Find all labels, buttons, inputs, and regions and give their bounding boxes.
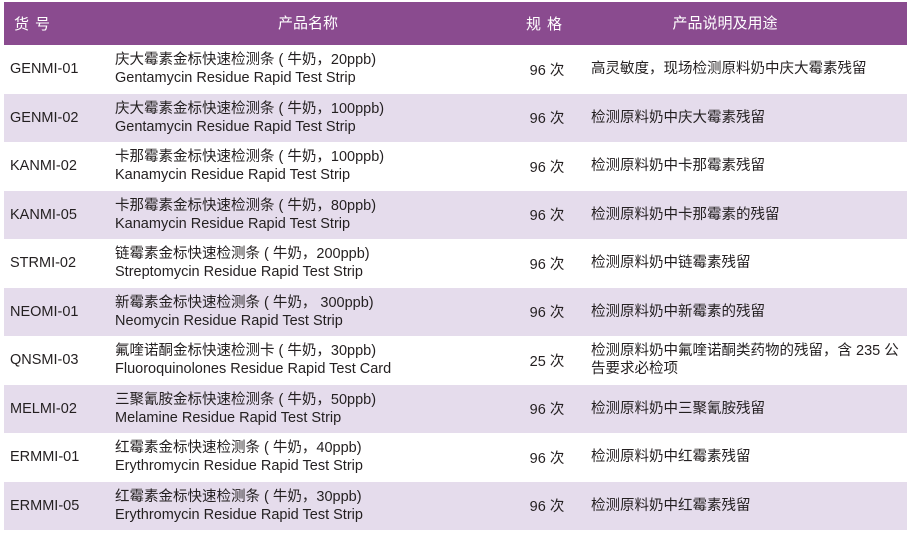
product-code: ERMMI-01 [10, 449, 80, 466]
product-code: MELMI-02 [10, 400, 77, 417]
product-desc: 检测原料奶中庆大霉素残留 [591, 109, 765, 126]
product-spec: 96 次 [529, 256, 565, 273]
product-name: 庆大霉素金标快速检测条 ( 牛奶，20ppb) Gentamycin Residu… [109, 51, 507, 87]
table-row: NEOMI-01 新霉素金标快速检测条 ( 牛奶， 300ppb) Neomycin… [4, 287, 907, 336]
product-name-cn: 新霉素金标快速检测条 ( 牛奶， 300ppb) [115, 294, 374, 311]
product-name-en: Kanamycin Residue Rapid Test Strip [115, 215, 351, 232]
product-name-cn: 卡那霉素金标快速检测条 ( 牛奶，100ppb) [115, 149, 385, 166]
product-name: 卡那霉素金标快速检测条 ( 牛奶，100ppb) Kanamycin Residu… [109, 148, 507, 184]
product-name: 三聚氰胺金标快速检测条 ( 牛奶，50ppb) Melamine Residue … [109, 391, 507, 427]
product-code: GENMI-01 [10, 61, 79, 78]
product-name-en: Melamine Residue Rapid Test Strip [115, 409, 342, 426]
table-row: STRMI-02 链霉素金标快速检测条 ( 牛奶，200ppb) Streptomy… [4, 239, 907, 288]
table-body: GENMI-01 庆大霉素金标快速检测条 ( 牛奶，20ppb) Gentamyci… [4, 45, 907, 530]
product-code: ERMMI-05 [10, 497, 80, 514]
table-row: QNSMI-03 氟喹诺酮金标快速检测卡 ( 牛奶，30ppb) Fluoroqui… [4, 336, 907, 385]
table-row: ERMMI-01 红霉素金标快速检测条 ( 牛奶，40ppb) Erythromyc… [4, 433, 907, 482]
header-name: 产品名称 [277, 14, 338, 32]
product-code: KANMI-05 [10, 206, 77, 223]
product-table: 货号 产品名称 规格 产品说明及用途 GENMI-01 庆大霉素金标快速检测条 (… [4, 2, 907, 530]
product-name-cn: 卡那霉素金标快速检测条 ( 牛奶，80ppb) [115, 197, 377, 214]
product-code: NEOMI-01 [10, 303, 79, 320]
product-name: 链霉素金标快速检测条 ( 牛奶，200ppb) Streptomycin Resi… [109, 245, 507, 281]
table-row: GENMI-01 庆大霉素金标快速检测条 ( 牛奶，20ppb) Gentamyci… [4, 45, 907, 94]
product-name-cn: 庆大霉素金标快速检测条 ( 牛奶，100ppb) [115, 100, 385, 117]
product-name-en: Streptomycin Residue Rapid Test Strip [115, 264, 363, 281]
product-desc: 高灵敏度，现场检测原料奶中庆大霉素残留 [591, 61, 867, 78]
product-desc: 检测原料奶中红霉素残留 [591, 497, 751, 514]
product-name-cn: 红霉素金标快速检测条 ( 牛奶，40ppb) [115, 440, 362, 457]
table-row: KANMI-02 卡那霉素金标快速检测条 ( 牛奶，100ppb) Kanamyci… [4, 142, 907, 191]
product-desc: 检测原料奶中链霉素残留 [591, 255, 751, 272]
product-name: 红霉素金标快速检测条 ( 牛奶，40ppb) Erythromycin Resid… [109, 439, 507, 475]
product-name: 新霉素金标快速检测条 ( 牛奶， 300ppb) Neomycin Residue… [109, 294, 507, 330]
product-name-en: Gentamycin Residue Rapid Test Strip [115, 70, 356, 87]
header-desc: 产品说明及用途 [672, 14, 778, 32]
product-spec: 96 次 [529, 159, 565, 176]
product-name-cn: 氟喹诺酮金标快速检测卡 ( 牛奶，30ppb) [115, 343, 377, 360]
product-desc: 检测原料奶中新霉素的残留 [591, 303, 765, 320]
product-name: 庆大霉素金标快速检测条 ( 牛奶，100ppb) Gentamycin Resid… [109, 100, 507, 136]
header-spec: 规格 [525, 16, 568, 33]
product-spec: 96 次 [529, 62, 565, 79]
product-name-en: Neomycin Residue Rapid Test Strip [115, 312, 343, 329]
product-name-en: Fluoroquinolones Residue Rapid Test Card [115, 361, 392, 378]
product-name-cn: 三聚氰胺金标快速检测条 ( 牛奶，50ppb) [115, 391, 377, 408]
table-row: ERMMI-05 红霉素金标快速检测条 ( 牛奶，30ppb) Erythromyc… [4, 481, 907, 530]
product-spec: 96 次 [529, 499, 565, 516]
product-code: GENMI-02 [10, 109, 79, 126]
product-desc: 检测原料奶中卡那霉素的残留 [591, 206, 780, 223]
product-desc: 检测原料奶中卡那霉素残留 [591, 158, 765, 175]
product-desc: 检测原料奶中红霉素残留 [591, 449, 751, 466]
product-name-en: Erythromycin Residue Rapid Test Strip [115, 458, 363, 475]
product-name-en: Kanamycin Residue Rapid Test Strip [115, 167, 351, 184]
product-name: 氟喹诺酮金标快速检测卡 ( 牛奶，30ppb) Fluoroquinolones … [109, 342, 507, 378]
product-name: 红霉素金标快速检测条 ( 牛奶，30ppb) Erythromycin Resid… [109, 488, 507, 524]
product-name-en: Erythromycin Residue Rapid Test Strip [115, 506, 363, 523]
product-name: 卡那霉素金标快速检测条 ( 牛奶，80ppb) Kanamycin Residue… [109, 197, 507, 233]
product-name-en: Gentamycin Residue Rapid Test Strip [115, 118, 356, 135]
table-row: GENMI-02 庆大霉素金标快速检测条 ( 牛奶，100ppb) Gentamyc… [4, 93, 907, 142]
product-spec: 25 次 [529, 353, 565, 370]
product-desc: 检测原料奶中氟喹诺酮类药物的残留，含 235 公告要求必检项 [591, 343, 899, 378]
product-spec: 96 次 [529, 208, 565, 225]
table-header: 货号 产品名称 规格 产品说明及用途 [4, 2, 907, 45]
product-spec: 96 次 [529, 450, 565, 467]
product-desc: 检测原料奶中三聚氰胺残留 [591, 400, 765, 417]
product-spec: 96 次 [529, 305, 565, 322]
header-code: 货号 [14, 16, 57, 33]
product-spec: 96 次 [529, 402, 565, 419]
product-code: KANMI-02 [10, 158, 77, 175]
product-code: QNSMI-03 [10, 352, 79, 369]
product-name-cn: 链霉素金标快速检测条 ( 牛奶，200ppb) [115, 246, 370, 263]
table-row: MELMI-02 三聚氰胺金标快速检测条 ( 牛奶，50ppb) Melamine … [4, 384, 907, 433]
product-spec: 96 次 [529, 111, 565, 128]
product-code: STRMI-02 [10, 255, 77, 272]
product-name-cn: 红霉素金标快速检测条 ( 牛奶，30ppb) [115, 488, 362, 505]
table-row: KANMI-05 卡那霉素金标快速检测条 ( 牛奶，80ppb) Kanamycin… [4, 190, 907, 239]
product-name-cn: 庆大霉素金标快速检测条 ( 牛奶，20ppb) [115, 52, 377, 69]
